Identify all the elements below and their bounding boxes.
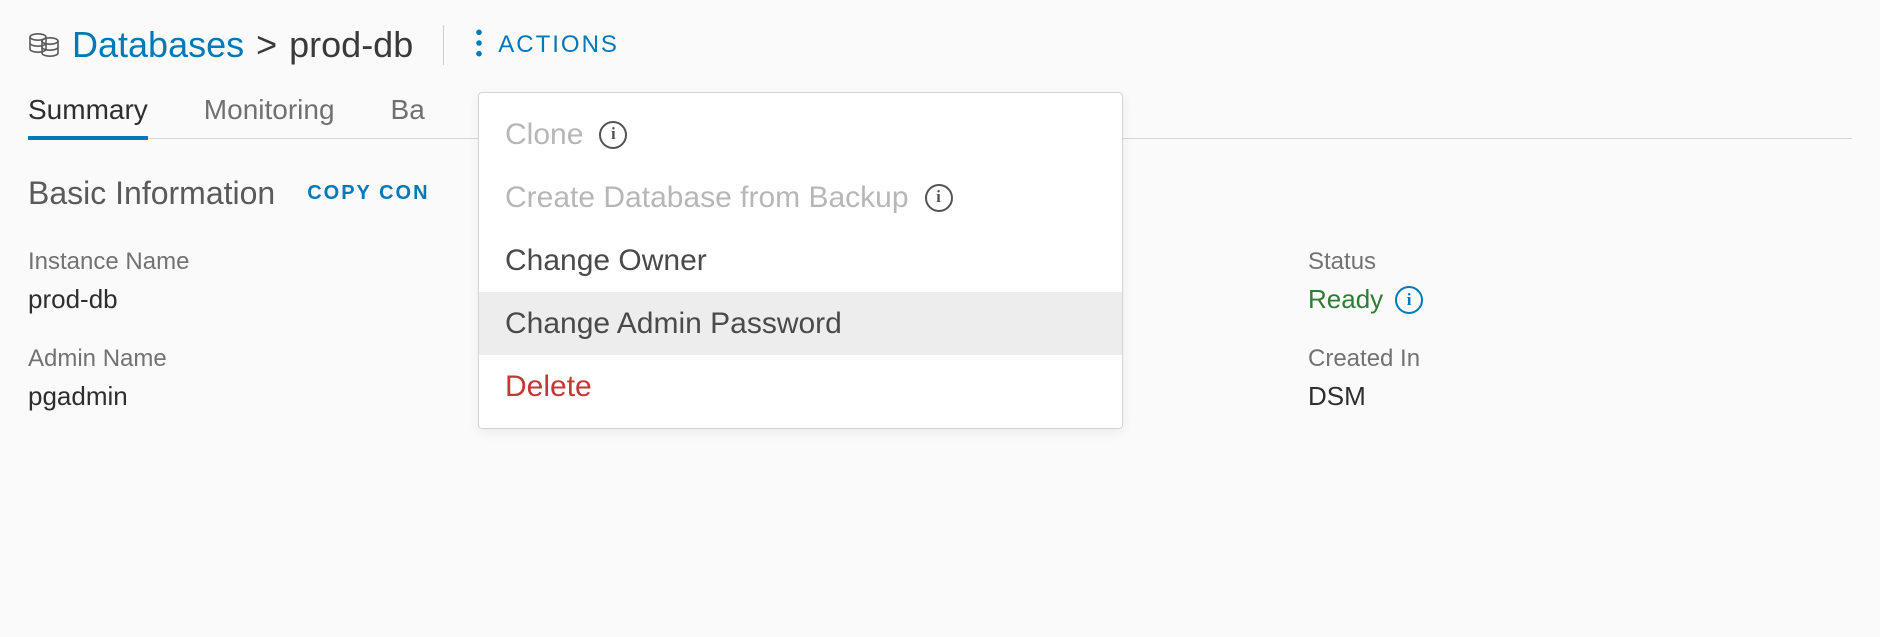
menu-item-label: Delete xyxy=(505,367,592,406)
field-label: Status xyxy=(1308,248,1852,276)
breadcrumb-current: prod-db xyxy=(289,24,413,66)
menu-item-label: Clone xyxy=(505,115,583,154)
menu-item-change-owner[interactable]: Change Owner xyxy=(479,229,1122,292)
field-value: DSM xyxy=(1308,381,1852,412)
breadcrumb-separator: > xyxy=(256,24,277,66)
field-label: Created In xyxy=(1308,345,1852,373)
menu-item-label: Create Database from Backup xyxy=(505,178,909,217)
status-text: Ready xyxy=(1308,284,1383,315)
breadcrumb-root-link[interactable]: Databases xyxy=(72,24,244,66)
info-icon[interactable]: i xyxy=(1395,286,1423,314)
dots-vertical-icon xyxy=(474,28,484,63)
field-status: Status Ready i xyxy=(1308,248,1852,315)
menu-item-clone: Clone i xyxy=(479,103,1122,166)
menu-item-label: Change Admin Password xyxy=(505,304,842,343)
field-value: Ready i xyxy=(1308,284,1423,315)
breadcrumb: Databases > prod-db ACTIONS xyxy=(28,24,1852,66)
actions-label: ACTIONS xyxy=(498,31,619,59)
actions-menu-trigger[interactable]: ACTIONS xyxy=(474,28,619,63)
section-title: Basic Information xyxy=(28,175,275,212)
info-icon[interactable]: i xyxy=(925,184,953,212)
menu-item-create-from-backup: Create Database from Backup i xyxy=(479,166,1122,229)
actions-menu: Clone i Create Database from Backup i Ch… xyxy=(478,92,1123,429)
tab-monitoring[interactable]: Monitoring xyxy=(204,94,335,138)
field-created-in: Created In DSM xyxy=(1308,345,1852,412)
database-icon xyxy=(28,31,60,59)
menu-item-change-admin-password[interactable]: Change Admin Password xyxy=(479,292,1122,355)
tab-summary[interactable]: Summary xyxy=(28,94,148,138)
menu-item-delete[interactable]: Delete xyxy=(479,355,1122,418)
copy-connection-link[interactable]: COPY CON xyxy=(307,182,429,205)
tab-third[interactable]: Ba xyxy=(391,94,425,138)
menu-item-label: Change Owner xyxy=(505,241,707,280)
vertical-separator xyxy=(443,25,444,65)
info-icon[interactable]: i xyxy=(599,121,627,149)
